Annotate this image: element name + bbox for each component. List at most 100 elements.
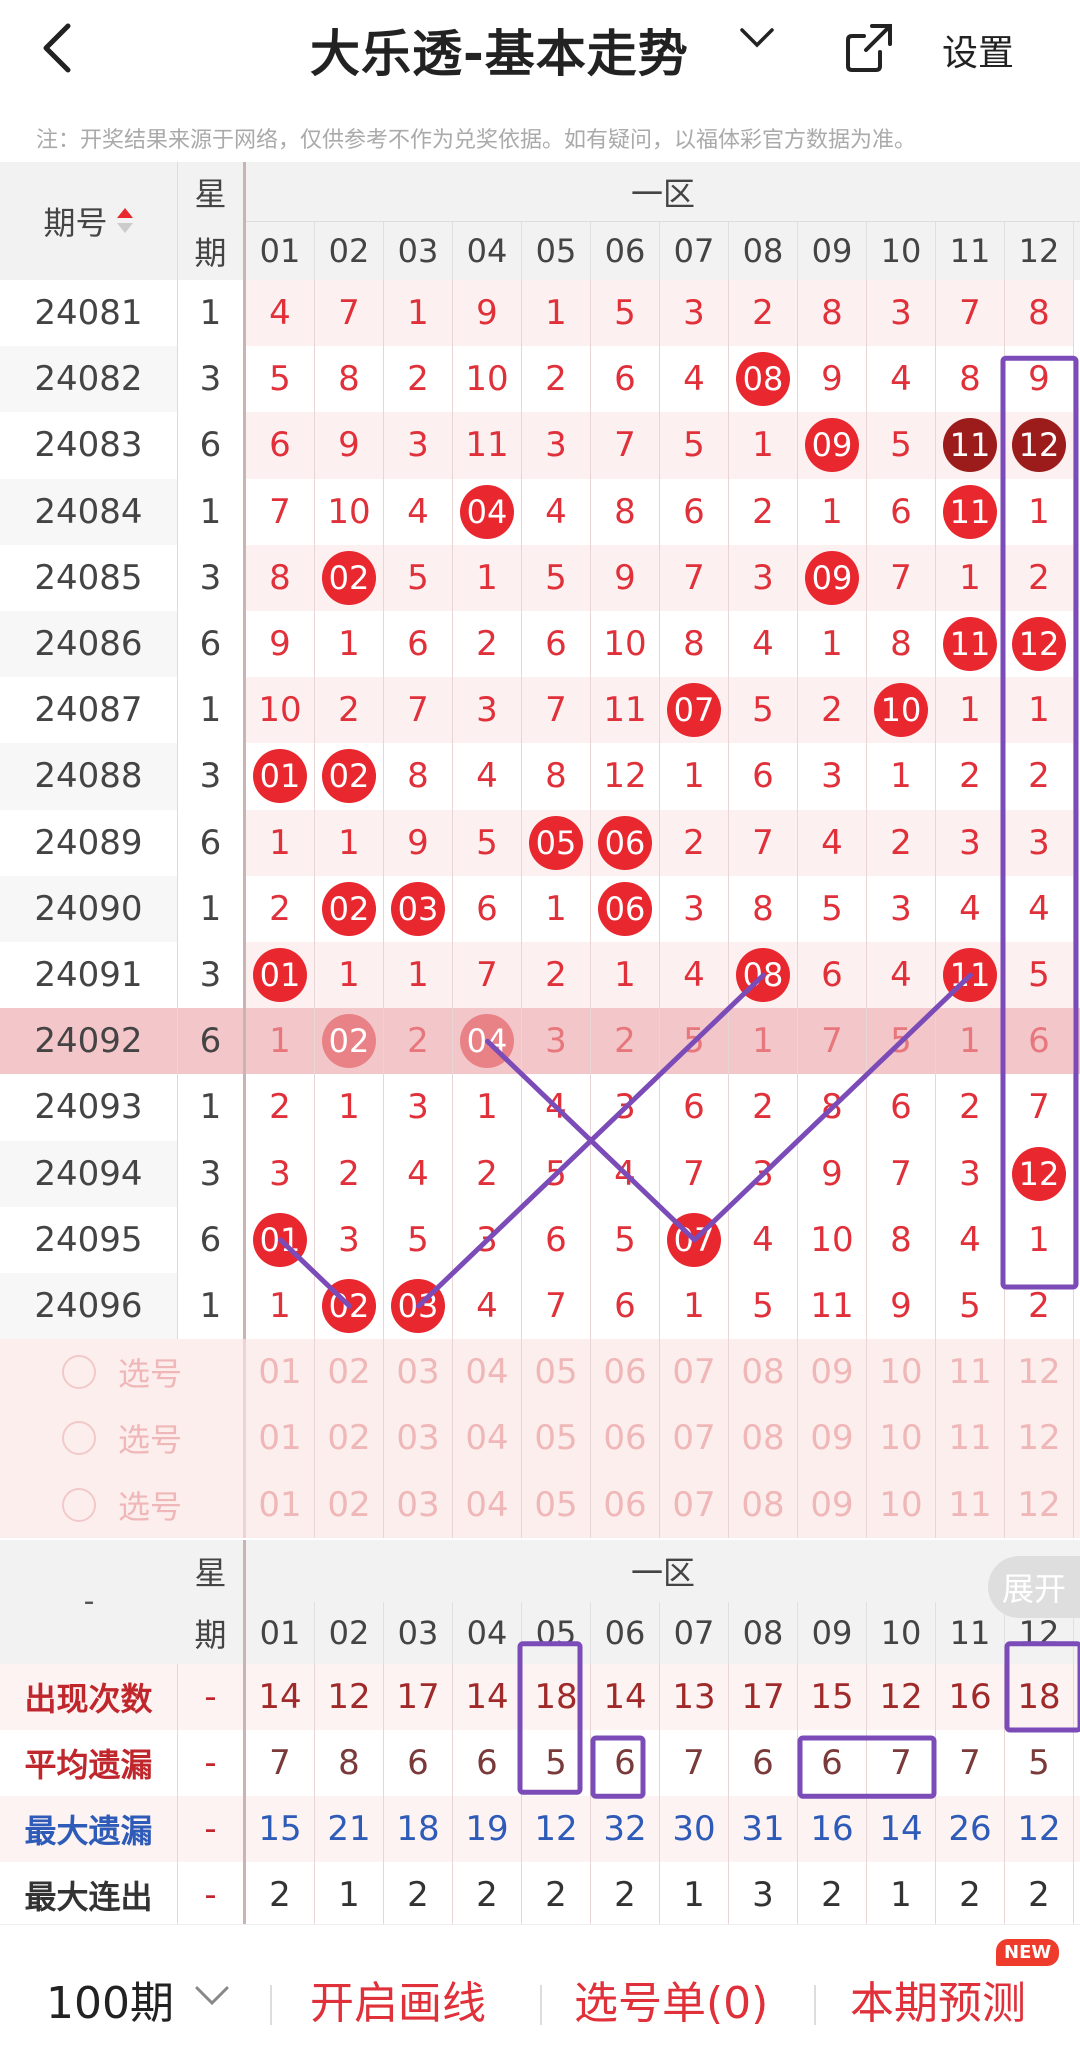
number-cell[interactable]: 6 [522,611,591,678]
number-cell[interactable]: 1 [315,809,384,876]
chevron-down-icon[interactable] [194,1979,230,2013]
number-cell[interactable]: 02 [315,1008,384,1075]
number-cell[interactable]: 12 [1005,611,1074,678]
number-cell[interactable]: 9 [798,346,867,413]
select-number[interactable]: 02 [315,1405,384,1472]
drawn-number-ball[interactable]: 04 [460,484,514,539]
number-cell[interactable]: 2 [246,875,315,942]
number-cell[interactable]: 4 [591,1140,660,1207]
number-cell[interactable]: 1 [1005,677,1074,744]
number-cell[interactable]: 6 [867,1074,936,1141]
number-cell[interactable]: 6 [729,743,798,810]
number-cell[interactable]: 11 [936,478,1005,545]
number-cell[interactable]: 01 [246,743,315,810]
select-label-cell[interactable]: 选号 [0,1405,246,1472]
number-cell[interactable]: 04 [453,1008,522,1075]
number-cell[interactable]: 4 [246,280,315,347]
number-cell[interactable]: 5 [1005,942,1074,1009]
number-cell[interactable]: 5 [384,1206,453,1273]
number-cell[interactable]: 2 [522,346,591,413]
number-cell[interactable]: 5 [591,1206,660,1273]
number-cell[interactable]: 06 [591,809,660,876]
number-cell[interactable]: 7 [522,677,591,744]
number-cell[interactable]: 3 [246,1140,315,1207]
number-cell[interactable]: 4 [1005,875,1074,942]
select-number[interactable]: 03 [384,1405,453,1472]
number-cell[interactable]: 1 [867,743,936,810]
number-cell[interactable]: 04 [453,478,522,545]
number-cell[interactable]: 7 [591,412,660,479]
select-number[interactable]: 12 [1005,1405,1074,1472]
number-cell[interactable]: 1 [246,1273,315,1340]
number-cell[interactable]: 5 [867,412,936,479]
number-cell[interactable]: 4 [936,1206,1005,1273]
number-cell[interactable]: 8 [936,346,1005,413]
number-cell[interactable]: 3 [1005,809,1074,876]
number-cell[interactable]: 10 [246,677,315,744]
number-cell[interactable]: 1 [729,1008,798,1075]
number-cell[interactable]: 8 [798,1074,867,1141]
number-cell[interactable]: 5 [522,544,591,611]
settings-button[interactable]: 设置 [942,24,1014,76]
number-cell[interactable]: 5 [729,1273,798,1340]
drawn-number-ball[interactable]: 05 [529,815,583,870]
number-cell[interactable]: 3 [798,743,867,810]
number-cell[interactable]: 1 [384,280,453,347]
number-cell[interactable]: 1 [453,1074,522,1141]
number-cell[interactable]: 11 [798,1273,867,1340]
number-cell[interactable]: 3 [729,544,798,611]
number-cell[interactable]: 5 [591,280,660,347]
select-number[interactable]: 06 [591,1339,660,1406]
select-number[interactable]: 07 [660,1339,729,1406]
number-cell[interactable]: 8 [315,346,384,413]
number-cell[interactable]: 7 [798,1008,867,1075]
number-cell[interactable]: 2 [798,677,867,744]
radio-button[interactable] [62,1421,96,1456]
number-cell[interactable]: 01 [246,1206,315,1273]
select-number[interactable]: 01 [246,1405,315,1472]
number-cell[interactable]: 3 [660,875,729,942]
number-cell[interactable]: 1 [522,875,591,942]
number-cell[interactable]: 3 [522,412,591,479]
number-cell[interactable]: 9 [384,809,453,876]
number-cell[interactable]: 2 [453,611,522,678]
number-cell[interactable]: 6 [660,1074,729,1141]
number-cell[interactable]: 10 [867,677,936,744]
number-cell[interactable]: 2 [315,677,384,744]
number-cell[interactable]: 2 [384,1008,453,1075]
number-cell[interactable]: 12 [1005,1140,1074,1207]
number-cell[interactable]: 01 [246,942,315,1009]
number-cell[interactable]: 4 [660,942,729,1009]
number-cell[interactable]: 2 [246,1074,315,1141]
number-cell[interactable]: 2 [1005,1273,1074,1340]
number-cell[interactable]: 5 [246,346,315,413]
number-cell[interactable]: 3 [453,1206,522,1273]
select-number[interactable]: 04 [453,1405,522,1472]
drawn-number-ball[interactable]: 02 [322,881,376,936]
number-cell[interactable]: 9 [453,280,522,347]
number-cell[interactable]: 3 [384,1074,453,1141]
drawn-number-ball[interactable]: 02 [322,1279,376,1334]
drawn-number-ball[interactable]: 12 [1012,1146,1066,1201]
number-cell[interactable]: 9 [798,1140,867,1207]
number-cell[interactable]: 2 [867,809,936,876]
number-cell[interactable]: 4 [729,1206,798,1273]
number-cell[interactable]: 07 [660,677,729,744]
number-cell[interactable]: 2 [315,1140,384,1207]
share-icon[interactable] [842,20,896,74]
drawn-number-ball[interactable]: 10 [874,683,928,738]
number-cell[interactable]: 4 [384,478,453,545]
number-cell[interactable]: 2 [729,1074,798,1141]
drawn-number-ball[interactable]: 04 [460,1014,514,1069]
number-cell[interactable]: 8 [867,611,936,678]
radio-button[interactable] [62,1355,96,1390]
select-number[interactable]: 10 [867,1339,936,1406]
issue-header[interactable]: 期号 [0,162,178,280]
sort-icon[interactable] [116,205,134,237]
number-cell[interactable]: 9 [591,544,660,611]
number-cell[interactable]: 4 [867,346,936,413]
number-cell[interactable]: 06 [591,875,660,942]
number-cell[interactable]: 6 [591,1273,660,1340]
number-cell[interactable]: 7 [522,1273,591,1340]
drawn-number-ball[interactable]: 01 [253,749,307,804]
